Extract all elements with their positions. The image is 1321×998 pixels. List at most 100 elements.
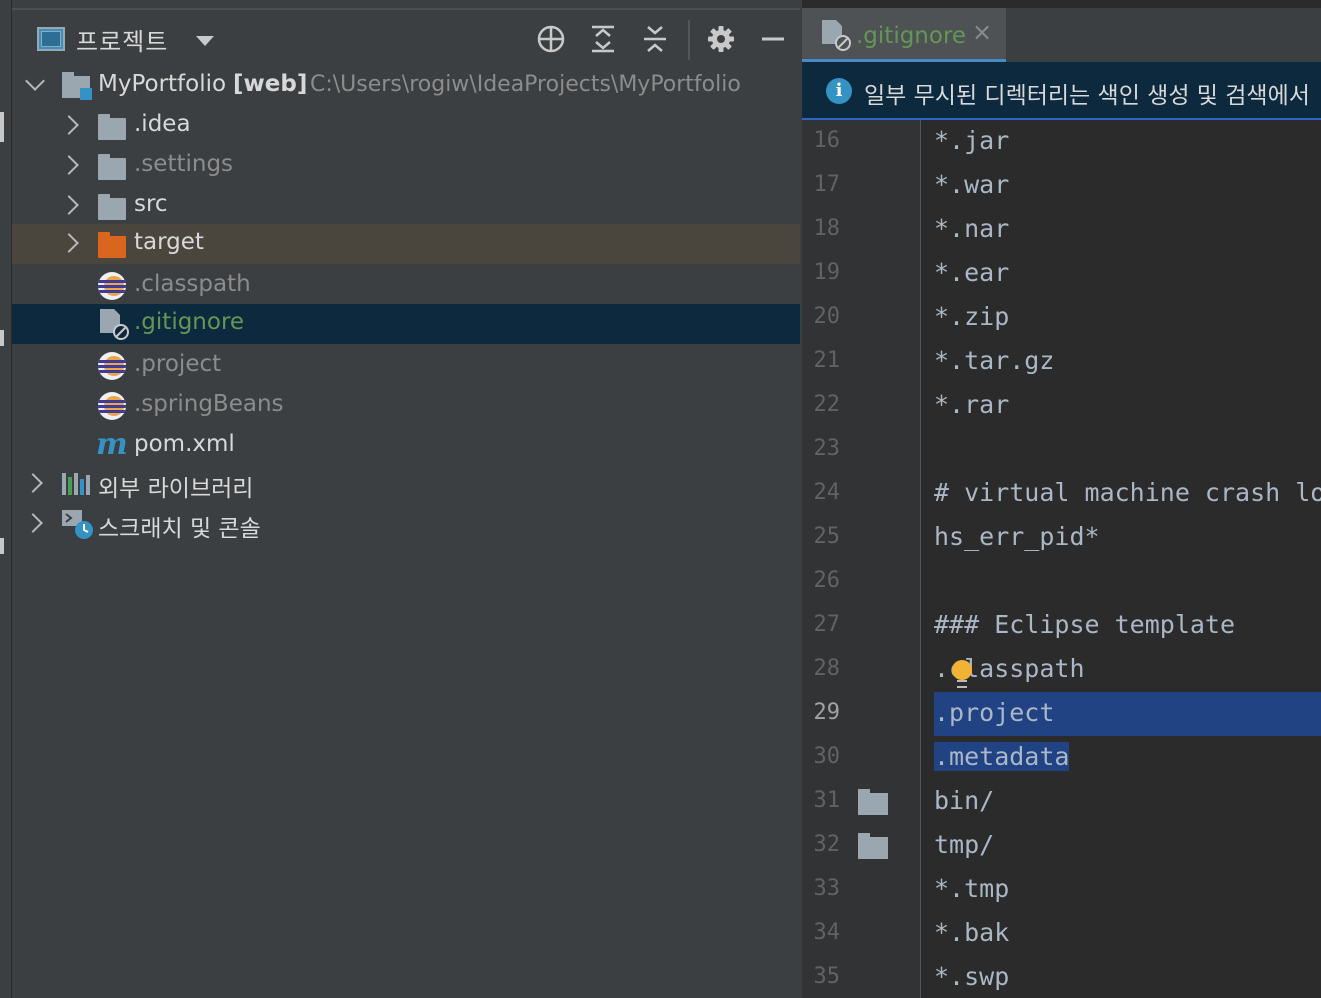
collapse-all-button[interactable] xyxy=(638,22,672,56)
chevron-right-icon[interactable] xyxy=(59,195,79,215)
code-line[interactable]: 35 *.swp xyxy=(802,956,1321,998)
line-number: 34 xyxy=(813,920,841,945)
chevron-right-icon[interactable] xyxy=(59,155,79,175)
code-line[interactable]: 31 bin/ xyxy=(802,780,1321,824)
project-pane-header: 프로젝트 xyxy=(12,8,800,64)
root-project-path: C:\Users\rogiw\IdeaProjects\MyPortfolio xyxy=(310,72,741,97)
expand-all-button[interactable] xyxy=(586,22,620,56)
tree-node-scratches[interactable]: 스크래치 및 콘솔 xyxy=(12,504,800,544)
line-number: 23 xyxy=(813,436,841,461)
code-text: *.tar.gz xyxy=(934,346,1055,375)
tree-node-label: .settings xyxy=(134,151,234,177)
toolbar-separator xyxy=(688,20,690,60)
line-number: 19 xyxy=(813,260,841,285)
chevron-down-icon[interactable] xyxy=(25,71,45,91)
scratches-icon xyxy=(62,510,93,539)
project-tool-window: 프로젝트 MyPortfolio [web] C:\Users\rogiw\Id… xyxy=(12,0,800,998)
line-number: 24 xyxy=(813,480,841,505)
tree-node-excluded-folder[interactable]: target xyxy=(12,224,800,264)
code-text: # virtual machine crash logs xyxy=(934,478,1321,507)
editor-area[interactable]: .gitignore × i 일부 무시된 디렉터리는 색인 생성 및 검색에서… xyxy=(802,0,1321,998)
folder-icon[interactable] xyxy=(858,789,888,815)
tree-node-label: .idea xyxy=(134,111,191,137)
code-line[interactable]: 29 .project xyxy=(802,692,1321,736)
line-number: 28 xyxy=(813,656,841,681)
code-text: *.bak xyxy=(934,918,1010,947)
locate-button[interactable] xyxy=(534,22,568,56)
tree-node-label: 스크래치 및 콘솔 xyxy=(98,516,261,542)
left-tool-stripe[interactable] xyxy=(0,0,12,998)
code-text: *.war xyxy=(934,170,1010,199)
module-folder-icon xyxy=(62,72,92,100)
tree-node-file[interactable]: .springBeans xyxy=(12,386,800,426)
code-line[interactable]: 20 *.zip xyxy=(802,296,1321,340)
code-line[interactable]: 34 *.bak xyxy=(802,912,1321,956)
chevron-down-icon[interactable] xyxy=(196,36,214,46)
project-pane-title[interactable]: 프로젝트 xyxy=(76,22,168,57)
code-text: *.ear xyxy=(934,258,1010,287)
code-line[interactable]: 24 # virtual machine crash logs xyxy=(802,472,1321,516)
code-line[interactable]: 26 xyxy=(802,560,1321,604)
code-line[interactable]: 21 *.tar.gz xyxy=(802,340,1321,384)
line-number: 20 xyxy=(813,304,841,329)
code-line[interactable]: 25 hs_err_pid* xyxy=(802,516,1321,560)
tree-node-file[interactable]: .project xyxy=(12,346,800,386)
tree-node-file[interactable]: .classpath xyxy=(12,266,800,306)
stripe-tab-marker[interactable] xyxy=(0,112,4,142)
tab-gitignore[interactable]: .gitignore × xyxy=(802,8,1006,62)
tree-node-folder[interactable]: .settings xyxy=(12,146,800,186)
info-icon: i xyxy=(826,78,852,104)
tree-node-external-libraries[interactable]: 외부 라이브러리 xyxy=(12,464,800,504)
tree-node-label: 외부 라이브러리 xyxy=(98,476,254,502)
tree-node-folder[interactable]: src xyxy=(12,186,800,226)
code-line[interactable]: 17 *.war xyxy=(802,164,1321,208)
code-line[interactable]: 19 *.ear xyxy=(802,252,1321,296)
code-text: .metadata xyxy=(934,742,1070,771)
settings-button[interactable] xyxy=(704,22,738,56)
line-number: 35 xyxy=(813,964,841,989)
ignore-file-icon xyxy=(822,20,851,51)
maven-icon: m xyxy=(96,430,128,460)
tree-node-file-selected[interactable]: .gitignore xyxy=(12,304,800,344)
code-line[interactable]: 32 tmp/ xyxy=(802,824,1321,868)
line-number: 33 xyxy=(813,876,841,901)
line-number: 25 xyxy=(813,524,841,549)
hide-button[interactable] xyxy=(756,22,790,56)
stripe-tab-marker[interactable] xyxy=(0,538,4,554)
tab-label: .gitignore xyxy=(856,23,967,49)
code-line[interactable]: 16 *.jar xyxy=(802,120,1321,164)
minimize-icon xyxy=(762,37,784,41)
code-line[interactable]: 28 .classpath xyxy=(802,648,1321,692)
code-line[interactable]: 18 *.nar xyxy=(802,208,1321,252)
stripe-tab-marker[interactable] xyxy=(0,330,4,346)
code-line[interactable]: 27 ### Eclipse template xyxy=(802,604,1321,648)
tree-node-file[interactable]: m pom.xml xyxy=(12,426,800,466)
code-text: hs_err_pid* xyxy=(934,522,1100,551)
folder-icon[interactable] xyxy=(858,833,888,859)
folder-icon xyxy=(98,194,126,220)
tree-node-label: target xyxy=(134,229,204,255)
tree-node-folder[interactable]: .idea xyxy=(12,106,800,146)
tree-node-root[interactable]: MyPortfolio [web] C:\Users\rogiw\IdeaPro… xyxy=(12,66,800,106)
code-line[interactable]: 22 *.rar xyxy=(802,384,1321,428)
line-number: 22 xyxy=(813,392,841,417)
editor-tab-bar: .gitignore × xyxy=(802,8,1321,62)
code-text: ### Eclipse template xyxy=(934,610,1236,639)
line-number: 32 xyxy=(813,832,841,857)
folder-icon xyxy=(98,114,126,140)
code-line[interactable]: 30 .metadata xyxy=(802,736,1321,780)
code-area[interactable]: 16 *.jar 17 *.war 18 *.nar 19 *.ear 20 *.zip 21 *.t… xyxy=(802,120,1321,998)
code-text: .project xyxy=(934,698,1055,727)
code-line[interactable]: 23 xyxy=(802,428,1321,472)
chevron-right-icon[interactable] xyxy=(59,233,79,253)
close-icon[interactable]: × xyxy=(972,18,992,46)
code-line[interactable]: 33 *.tmp xyxy=(802,868,1321,912)
chevron-right-icon[interactable] xyxy=(59,115,79,135)
gear-icon xyxy=(708,26,734,52)
chevron-right-icon[interactable] xyxy=(23,513,43,533)
chevron-right-icon[interactable] xyxy=(23,473,43,493)
lightbulb-icon[interactable] xyxy=(952,660,972,688)
tree-node-label: .springBeans xyxy=(134,391,284,417)
collapse-all-icon xyxy=(644,26,666,52)
code-text: *.zip xyxy=(934,302,1010,331)
